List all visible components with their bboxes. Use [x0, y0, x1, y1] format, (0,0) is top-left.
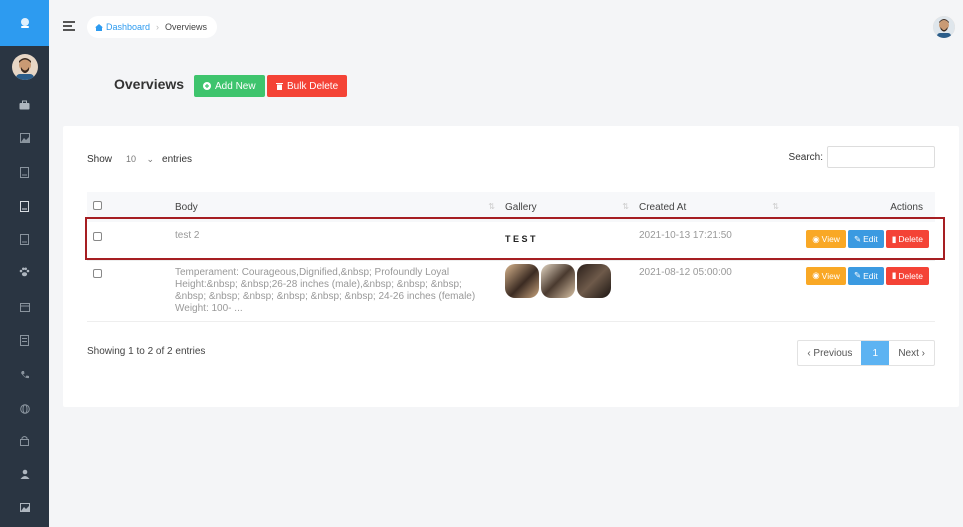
document-icon [20, 334, 29, 346]
document-icon [20, 166, 29, 178]
sidebar-item-photo[interactable] [0, 498, 49, 516]
sidebar-item-user[interactable] [0, 465, 49, 483]
gallery-thumbnails [505, 263, 627, 298]
gallery-image[interactable] [505, 263, 539, 298]
add-new-label: Add New [215, 80, 256, 92]
entries-label: entries [162, 153, 193, 165]
calendar-icon [19, 303, 30, 312]
photo-icon [19, 502, 30, 512]
select-all-checkbox[interactable] [93, 201, 102, 210]
sidebar-item-image[interactable] [0, 129, 49, 147]
view-button[interactable]: ◉ View [806, 266, 846, 285]
table-row: Temperament: Courageous,Dignified,&nbsp;… [87, 260, 935, 321]
sidebar-item-document-1[interactable] [0, 163, 49, 181]
add-new-button[interactable]: Add New [194, 75, 265, 97]
breadcrumb-home-label: Dashboard [106, 22, 151, 32]
user-avatar[interactable] [933, 16, 955, 38]
image-icon [19, 133, 30, 143]
sort-icon: ⇅ [772, 202, 779, 211]
logo-icon [20, 18, 29, 28]
gallery-image[interactable] [577, 263, 611, 298]
menu-toggle-icon[interactable] [63, 21, 75, 33]
edit-icon: ✎ [853, 270, 862, 280]
phone-icon [20, 371, 29, 379]
home-icon [95, 23, 103, 31]
show-label: Show [87, 153, 113, 165]
entries-select[interactable]: 10 ⌄ [116, 150, 158, 168]
sidebar-item-lock[interactable] [0, 431, 49, 449]
plus-icon [203, 82, 211, 90]
breadcrumb-home[interactable]: Dashboard [95, 22, 150, 32]
globe-icon [19, 404, 30, 414]
user-icon [20, 469, 29, 479]
lock-icon [20, 435, 29, 446]
page-1-button[interactable]: 1 [861, 341, 890, 365]
briefcase-icon [19, 100, 30, 110]
sidebar-logo[interactable] [0, 0, 49, 46]
eye-icon: ◉ [812, 270, 820, 280]
sort-icon: ⇅ [488, 202, 495, 211]
bulk-delete-label: Bulk Delete [287, 80, 339, 92]
page-title: Overviews [114, 76, 185, 92]
sidebar-item-calendar[interactable] [0, 298, 49, 316]
delete-button[interactable]: ▮ Delete [885, 266, 929, 285]
document-icon [20, 200, 29, 212]
topbar: Dashboard › Overviews [49, 0, 963, 50]
search-label: Search: [788, 151, 823, 163]
row-highlight-box [85, 217, 945, 260]
sidebar-item-list[interactable] [0, 331, 49, 349]
trash-icon: ▮ [891, 270, 897, 280]
previous-page-button[interactable]: ‹ Previous [798, 341, 861, 365]
overviews-card: Show 10 ⌄ entries Search: Body ⇅ Gallery ⇅… [63, 126, 959, 407]
next-page-button[interactable]: Next › [889, 341, 934, 365]
sidebar-item-briefcase[interactable] [0, 96, 49, 114]
gallery-image[interactable] [541, 263, 575, 298]
row-created-at: 2021-08-12 05:00:00 [639, 266, 732, 278]
edit-button[interactable]: ✎ Edit [847, 266, 884, 285]
bulk-delete-button[interactable]: Bulk Delete [267, 75, 348, 97]
sidebar-item-phone[interactable] [0, 366, 49, 384]
document-icon [20, 233, 29, 245]
breadcrumb: Dashboard › Overviews [87, 16, 218, 38]
search-input[interactable] [827, 146, 935, 168]
sort-icon: ⇅ [622, 202, 629, 211]
entries-value: 10 [126, 154, 137, 164]
sidebar [0, 0, 49, 527]
sidebar-item-paw[interactable] [0, 263, 49, 281]
row-body: Temperament: Courageous,Dignified,&nbsp;… [175, 266, 476, 314]
breadcrumb-current: Overviews [165, 22, 208, 32]
pagination: ‹ Previous 1 Next › [797, 340, 935, 366]
sidebar-item-globe[interactable] [0, 400, 49, 418]
paw-icon [19, 267, 30, 277]
sidebar-item-document-2[interactable] [0, 197, 49, 215]
chevron-down-icon: ⌄ [146, 153, 155, 164]
table-search: Search: [789, 146, 935, 168]
row-checkbox[interactable] [93, 268, 102, 278]
breadcrumb-separator: › [156, 22, 160, 32]
entries-length: Show 10 ⌄ entries [87, 150, 192, 168]
table-info: Showing 1 to 2 of 2 entries [87, 346, 206, 357]
sidebar-avatar[interactable] [12, 54, 38, 80]
trash-icon [276, 83, 283, 90]
sidebar-item-document-3[interactable] [0, 230, 49, 248]
